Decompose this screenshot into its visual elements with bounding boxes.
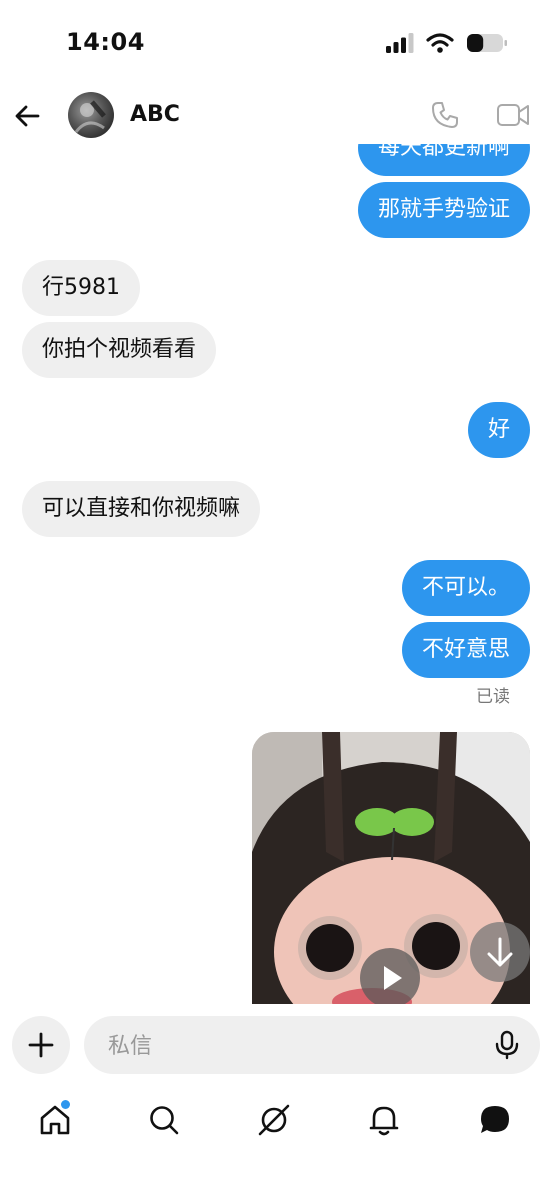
video-camera-icon[interactable] bbox=[496, 100, 530, 130]
composer bbox=[0, 1004, 552, 1088]
chat-bubble-icon bbox=[481, 1106, 509, 1133]
message-bubble-outgoing[interactable]: 那就手势验证 bbox=[357, 182, 530, 238]
bell-icon bbox=[369, 1106, 399, 1136]
message-bubble-outgoing[interactable]: 不好意思 bbox=[401, 622, 530, 678]
play-icon[interactable] bbox=[360, 948, 420, 1004]
tab-explore[interactable] bbox=[256, 1102, 292, 1138]
tab-search[interactable] bbox=[146, 1102, 182, 1138]
message-bubble-incoming[interactable]: 行5981 bbox=[22, 260, 140, 316]
message-bubble-outgoing[interactable]: 每天都更新啊 bbox=[357, 144, 530, 176]
explore-compass-icon bbox=[258, 1104, 290, 1136]
tab-messages[interactable] bbox=[477, 1102, 513, 1138]
message-input[interactable] bbox=[106, 1016, 470, 1076]
avatar-image bbox=[74, 100, 106, 133]
add-attachment-button[interactable] bbox=[12, 1016, 70, 1074]
phone-icon[interactable] bbox=[430, 100, 460, 130]
message-list[interactable]: 每天都更新啊 那就手势验证 行5981 你拍个视频看看 好 可以直接和你视频嘛 … bbox=[0, 144, 552, 1004]
avatar[interactable] bbox=[68, 92, 114, 138]
message-input-container[interactable] bbox=[84, 1016, 540, 1076]
status-time: 14:04 bbox=[66, 28, 145, 56]
contact-name[interactable]: ABC bbox=[130, 102, 180, 127]
search-icon bbox=[150, 1106, 179, 1135]
arrow-left-icon[interactable] bbox=[12, 100, 44, 132]
message-bubble-incoming[interactable]: 你拍个视频看看 bbox=[22, 322, 217, 378]
plus-icon bbox=[28, 1032, 54, 1058]
tab-notifications[interactable] bbox=[366, 1102, 402, 1138]
microphone-icon[interactable] bbox=[492, 1030, 522, 1060]
message-bubble-outgoing[interactable]: 好 bbox=[467, 402, 530, 458]
message-bubble-incoming[interactable]: 可以直接和你视频嘛 bbox=[22, 481, 261, 537]
signal-icon bbox=[386, 33, 414, 53]
status-bar: 14:04 bbox=[0, 0, 552, 88]
read-receipt: 已读 bbox=[476, 687, 510, 707]
chat-header: ABC bbox=[0, 88, 552, 144]
status-icons bbox=[386, 32, 508, 54]
tab-home[interactable] bbox=[37, 1100, 73, 1138]
wifi-icon bbox=[426, 33, 454, 53]
message-bubble-outgoing[interactable]: 不可以。 bbox=[401, 560, 530, 616]
bottom-tab-bar bbox=[0, 1088, 552, 1200]
battery-icon bbox=[467, 34, 507, 52]
notification-dot bbox=[61, 1100, 70, 1109]
download-arrow-icon[interactable] bbox=[470, 922, 530, 982]
